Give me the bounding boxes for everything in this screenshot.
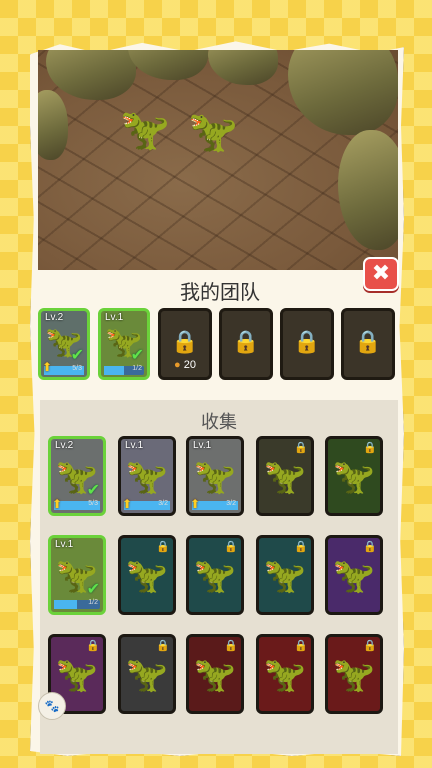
padlock-icon: 🔒 — [293, 329, 321, 354]
padlock-icon: 🔒 — [171, 329, 199, 354]
coin-icon: ● — [174, 359, 184, 371]
collection-dino-card[interactable]: Lv.1 🦖 3/2 ⬆ — [118, 436, 176, 516]
upgrade-arrow-icon: ⬆ — [42, 360, 53, 374]
dino-icon: 🦖 — [193, 557, 237, 595]
padlock-icon: 🔒 — [294, 541, 308, 553]
dino-icon: 🦖 — [332, 557, 376, 595]
team-dino-card[interactable]: Lv.2 🦖 ✔ 5/3 ⬆ — [38, 308, 90, 380]
locked-team-slot[interactable]: 🔒 ● 20 — [158, 308, 212, 380]
padlock-icon: 🔒 — [86, 640, 100, 652]
collection-dino-card[interactable]: 🦖 🔒 — [186, 535, 244, 615]
padlock-icon: 🔒 — [354, 329, 382, 354]
collection-dino-card[interactable]: Lv.1 🦖 3/2 ⬆ — [186, 436, 244, 516]
dino-icon: 🦖 — [332, 656, 376, 694]
check-icon: ✔ — [86, 482, 100, 499]
dino-icon: 🦖 — [125, 656, 169, 694]
collection-title: 收集 — [201, 412, 237, 432]
collection-dino-card[interactable]: 🦖 🔒 — [325, 535, 383, 615]
padlock-icon: 🔒 — [294, 442, 308, 454]
team-dino-card[interactable]: Lv.1 🦖 ✔ 1/2 — [98, 308, 150, 380]
cost-value: 20 — [183, 359, 196, 371]
progress-bar: 1/2 — [104, 365, 144, 375]
check-icon: ✔ — [86, 581, 100, 598]
progress-text: 1/2 — [88, 599, 98, 606]
dino-icon: 🦖 — [125, 557, 169, 595]
collection-dino-card[interactable]: Lv.1 🦖 1/2 ✔ — [48, 535, 106, 615]
level-label: Lv.2 — [45, 312, 64, 323]
collection-dino-card[interactable]: 🦖 🔒 — [256, 436, 314, 516]
collection-dino-card[interactable]: 🦖 🔒 — [325, 436, 383, 516]
dino-icon: 🦖 — [263, 458, 307, 496]
paw-icon[interactable]: 🐾 — [38, 692, 66, 720]
progress-text: 5/3 — [72, 365, 82, 372]
padlock-icon: 🔒 — [363, 640, 377, 652]
padlock-icon: 🔒 — [363, 442, 377, 454]
level-label: Lv.1 — [105, 312, 124, 323]
dino-arena-scene: 🦖 🦖 — [38, 50, 398, 270]
check-icon: ✔ — [70, 347, 84, 364]
dino-icon: 🦖 — [263, 557, 307, 595]
yellow-raptor: 🦖 — [188, 110, 238, 154]
progress-fill — [54, 600, 77, 609]
progress-text: 3/2 — [158, 500, 168, 507]
dino-icon: 🦖 — [193, 458, 237, 496]
dino-icon: 🦖 — [125, 458, 169, 496]
collection-dino-card[interactable]: 🦖 🔒 — [118, 535, 176, 615]
progress-text: 3/2 — [226, 500, 236, 507]
locked-team-slot[interactable]: 🔒 — [341, 308, 395, 380]
padlock-icon: 🔒 — [363, 541, 377, 553]
padlock-icon: 🔒 — [232, 329, 260, 354]
collection-dino-card[interactable]: 🦖 🔒 — [256, 535, 314, 615]
collection-dino-card[interactable]: Lv.2 🦖 5/3 ✔ ⬆ — [48, 436, 106, 516]
collection-dino-card[interactable]: 🦖 🔒 — [118, 634, 176, 714]
padlock-icon: 🔒 — [156, 640, 170, 652]
padlock-icon: 🔒 — [224, 541, 238, 553]
level-label: Lv.2 — [55, 440, 74, 451]
collection-dino-card[interactable]: 🦖 🔒 — [325, 634, 383, 714]
progress-text: 1/2 — [132, 365, 142, 372]
level-label: Lv.1 — [55, 539, 74, 550]
collection-dino-card[interactable]: 🦖 🔒 — [256, 634, 314, 714]
padlock-icon: 🔒 — [156, 541, 170, 553]
level-label: Lv.1 — [193, 440, 212, 451]
collection-dino-card[interactable]: 🦖 🔒 — [186, 634, 244, 714]
teal-raptor: 🦖 — [120, 108, 170, 152]
unlock-cost: ● 20 — [161, 359, 209, 371]
upgrade-arrow-icon: ⬆ — [122, 497, 133, 511]
dino-icon: 🦖 — [263, 656, 307, 694]
locked-team-slot[interactable]: 🔒 — [219, 308, 273, 380]
progress-text: 5/3 — [88, 500, 98, 507]
team-title: 我的团队 — [180, 282, 260, 304]
progress-fill — [104, 366, 124, 375]
dino-icon: 🦖 — [55, 656, 99, 694]
dino-icon: 🦖 — [332, 458, 376, 496]
padlock-icon: 🔒 — [294, 640, 308, 652]
upgrade-arrow-icon: ⬆ — [190, 497, 201, 511]
level-label: Lv.1 — [125, 440, 144, 451]
locked-team-slot[interactable]: 🔒 — [280, 308, 334, 380]
progress-bar: 1/2 — [54, 599, 100, 609]
team-row: Lv.2 🦖 ✔ 5/3 ⬆ Lv.1 🦖 ✔ 1/2 🔒 ● 20 🔒 🔒 🔒 — [36, 308, 396, 384]
dino-icon: 🦖 — [193, 656, 237, 694]
check-icon: ✔ — [130, 347, 144, 364]
upgrade-arrow-icon: ⬆ — [52, 497, 63, 511]
padlock-icon: 🔒 — [224, 640, 238, 652]
